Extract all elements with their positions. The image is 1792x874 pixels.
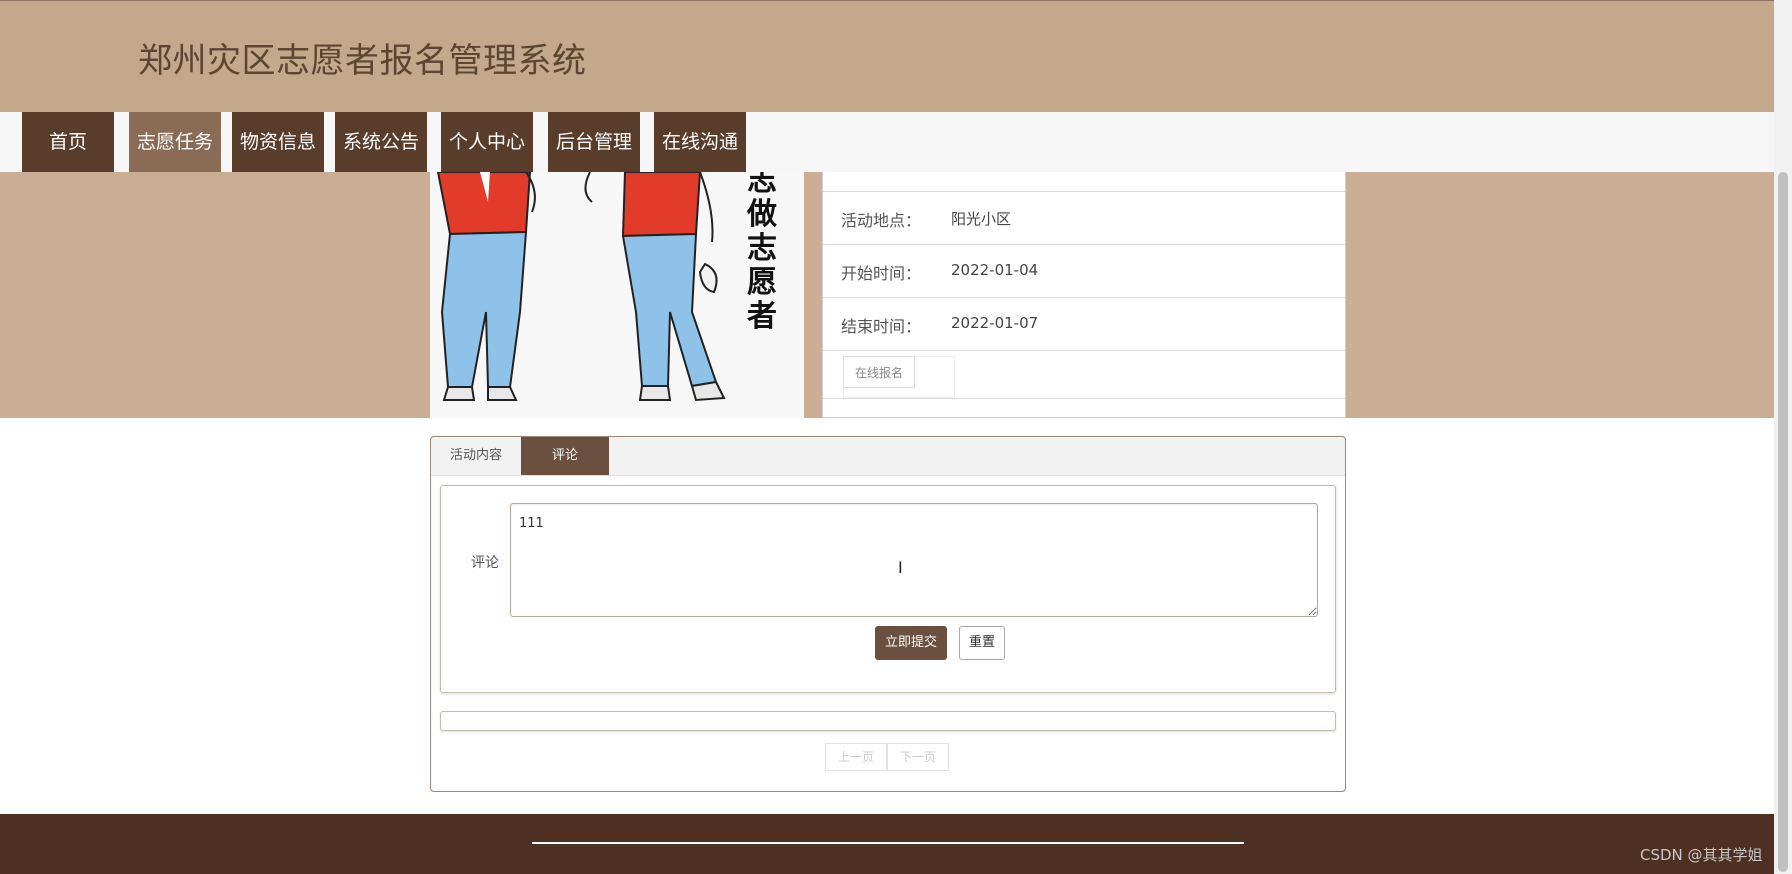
nav-announcements[interactable]: 系统公告 (335, 112, 427, 172)
reset-button[interactable]: 重置 (959, 626, 1005, 660)
start-time-label: 开始时间： (841, 264, 922, 283)
info-row-clipped (823, 138, 1345, 192)
next-page-button[interactable]: 下一页 (887, 743, 949, 771)
tab-bar: 活动内容 评论 (431, 437, 1345, 476)
volunteer-illustration: 志 做 志 愿 者 (436, 172, 777, 402)
tab-activity-content[interactable]: 活动内容 (431, 437, 521, 475)
activity-tabs: 活动内容 评论 评论 I 立即提交 重置 上一页 下一页 (430, 436, 1346, 792)
comment-label: 评论 (471, 555, 499, 571)
signup-button[interactable]: 在线报名 (843, 356, 915, 388)
comment-textarea[interactable] (510, 503, 1318, 617)
location-label: 活动地点： (841, 211, 922, 230)
site-title: 郑州灾区志愿者报名管理系统 (138, 41, 587, 81)
nav-volunteer-tasks[interactable]: 志愿任务 (129, 112, 221, 172)
info-row-location: 活动地点： 阳光小区 (823, 191, 1345, 245)
nav-personal-center[interactable]: 个人中心 (441, 112, 533, 172)
svg-text:志: 志 (747, 172, 777, 198)
nav-supplies[interactable]: 物资信息 (232, 112, 324, 172)
start-time-value: 2022-01-04 (951, 261, 1039, 279)
scrollbar-thumb[interactable] (1778, 172, 1788, 872)
activity-image: 志 做 志 愿 者 (430, 172, 804, 418)
svg-text:愿: 愿 (747, 265, 777, 300)
nav-home[interactable]: 首页 (22, 112, 114, 172)
end-time-value: 2022-01-07 (951, 314, 1039, 332)
svg-text:者: 者 (747, 299, 777, 334)
svg-text:志: 志 (747, 231, 777, 266)
text-cursor-icon: I (898, 558, 903, 577)
page-scrollbar[interactable] (1774, 0, 1792, 874)
watermark: CSDN @其其学姐 (1640, 846, 1763, 864)
tab-comment[interactable]: 评论 (521, 437, 609, 475)
activity-hero: 志 做 志 愿 者 活动地点： 阳光小区 开始时间： 2022-01-04 结束… (0, 172, 1774, 418)
nav-online-chat[interactable]: 在线沟通 (654, 112, 746, 172)
activity-details: 活动地点： 阳光小区 开始时间： 2022-01-04 结束时间： 2022-0… (822, 172, 1346, 418)
info-row-start-time: 开始时间： 2022-01-04 (823, 244, 1345, 298)
location-value: 阳光小区 (951, 210, 1012, 228)
nav-admin[interactable]: 后台管理 (548, 112, 640, 172)
comment-form: 评论 I 立即提交 重置 (440, 485, 1336, 693)
site-footer (0, 814, 1774, 874)
prev-page-button[interactable]: 上一页 (825, 743, 887, 771)
footer-divider (532, 842, 1244, 844)
submit-button[interactable]: 立即提交 (875, 626, 947, 660)
comment-list (440, 711, 1336, 731)
end-time-label: 结束时间： (841, 317, 922, 336)
site-header: 郑州灾区志愿者报名管理系统 (0, 0, 1774, 112)
info-row-end-time: 结束时间： 2022-01-07 (823, 297, 1345, 351)
svg-text:做: 做 (746, 197, 777, 232)
